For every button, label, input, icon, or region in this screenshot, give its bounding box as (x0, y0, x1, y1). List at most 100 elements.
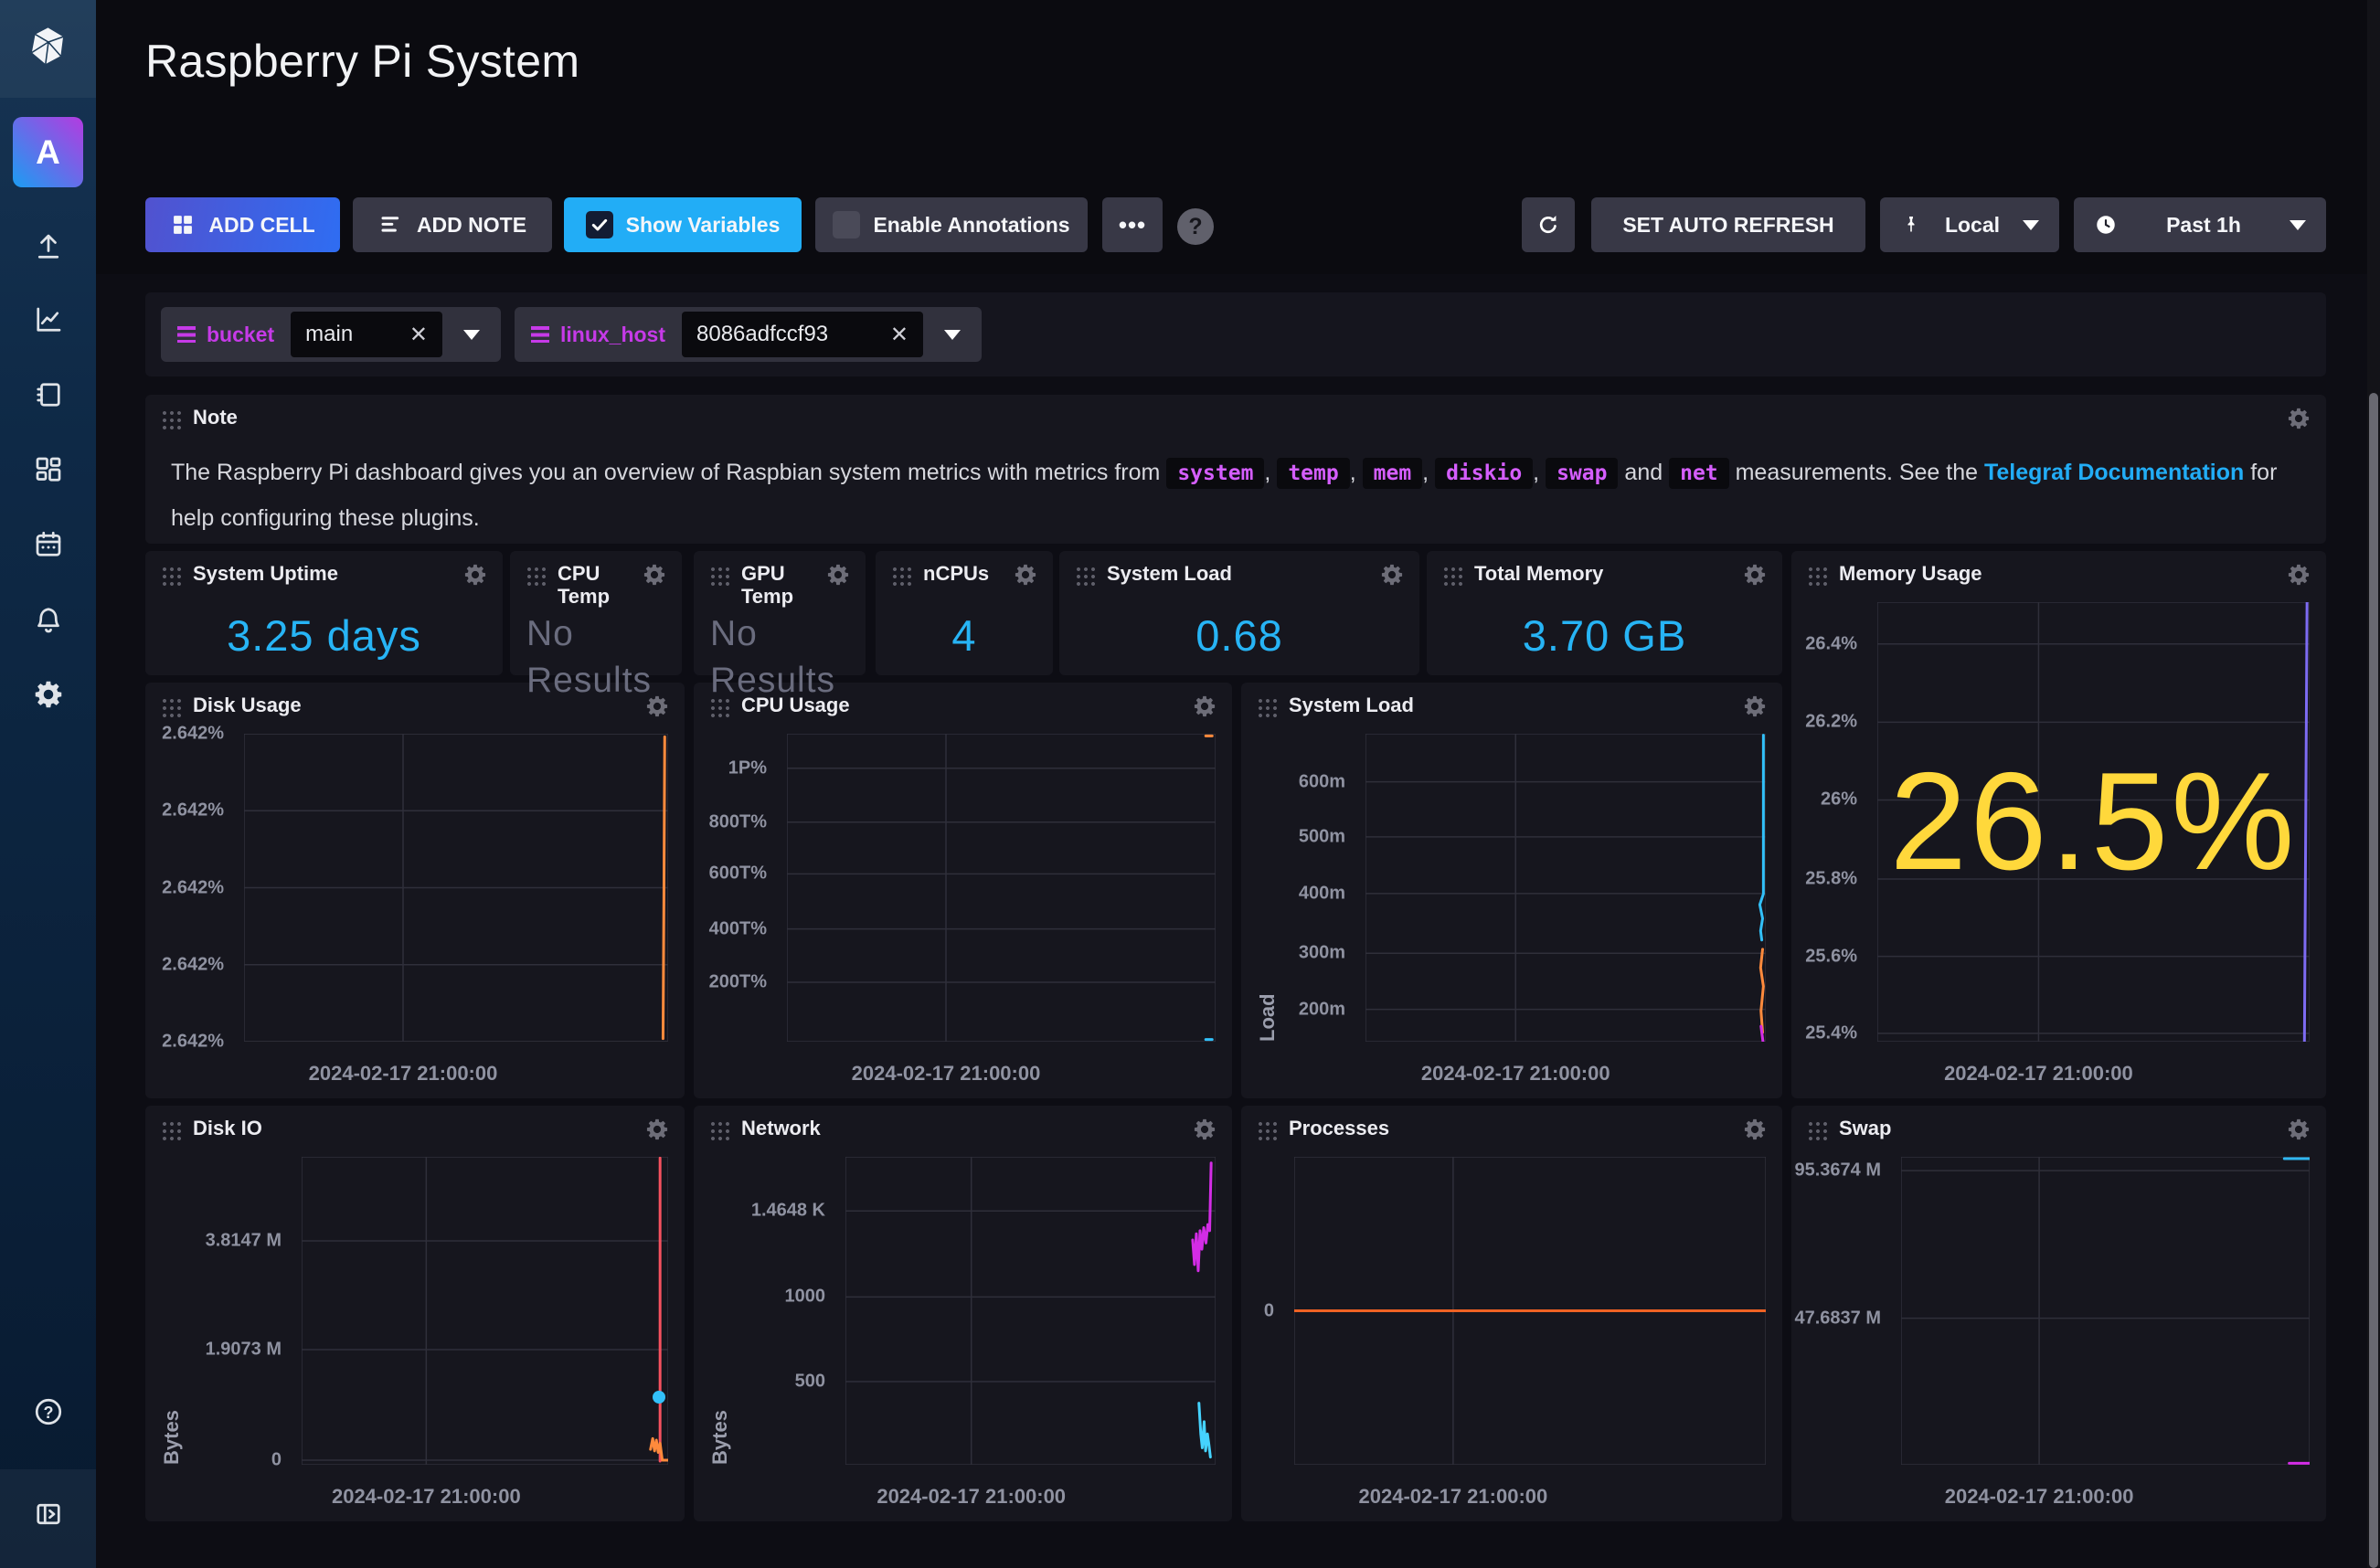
processes-chart[interactable]: 02024-02-17 21:00:00 (1256, 1157, 1766, 1512)
sidebar: A (0, 0, 96, 1568)
variable-bucket-dropdown[interactable]: bucket main ✕ (161, 307, 501, 362)
timezone-dropdown[interactable]: Local (1880, 197, 2059, 252)
more-options-button[interactable]: ••• (1102, 197, 1163, 252)
upload-icon[interactable] (32, 230, 65, 263)
swap-chart[interactable]: 95.3674 M47.6837 M2024-02-17 21:00:00 (1806, 1157, 2310, 1512)
cpu-usage-chart[interactable]: 1P%800T%600T%400T%200T%2024-02-17 21:00:… (708, 734, 1216, 1089)
cell-title: GPU Temp (741, 562, 814, 609)
data-explorer-icon[interactable] (32, 303, 65, 336)
drag-handle-icon[interactable] (1256, 695, 1278, 719)
drag-handle-icon[interactable] (708, 564, 730, 588)
note-sep: , (1350, 460, 1356, 485)
drag-handle-icon[interactable] (1806, 564, 1828, 588)
note-sep: , (1422, 460, 1429, 485)
gear-icon[interactable] (1013, 562, 1038, 588)
system-load-stat-cell: System Load 0.68 (1059, 551, 1419, 675)
gear-icon[interactable] (1742, 1117, 1768, 1142)
add-cell-label: ADD CELL (208, 213, 314, 238)
add-note-icon (378, 212, 404, 238)
drag-handle-icon[interactable] (1256, 1118, 1278, 1142)
drag-handle-icon[interactable] (1806, 1118, 1828, 1142)
drag-handle-icon[interactable] (1074, 564, 1096, 588)
drag-handle-icon[interactable] (525, 564, 547, 588)
variable-host-label: linux_host (560, 323, 665, 347)
code-chip: system (1166, 458, 1264, 489)
show-variables-toggle[interactable]: Show Variables (564, 197, 802, 252)
code-chip: mem (1363, 458, 1423, 489)
cell-title: Memory Usage (1839, 562, 2275, 585)
gear-icon[interactable] (642, 562, 667, 588)
system-load-chart[interactable]: Load600m500m400m300m200m2024-02-17 21:00… (1256, 734, 1766, 1089)
chevron-down-icon (463, 330, 480, 340)
note-sep: , (1264, 460, 1270, 485)
refresh-button[interactable] (1522, 197, 1575, 252)
show-variables-checkbox[interactable] (586, 211, 613, 238)
scrollbar-thumb[interactable] (2369, 393, 2378, 1568)
variable-host-dropdown[interactable]: linux_host 8086adfccf93 ✕ (515, 307, 982, 362)
variable-bucket-caret[interactable] (442, 307, 501, 362)
disk-usage-chart[interactable]: 2.642%2.642%2.642%2.642%2.642%2024-02-17… (160, 734, 668, 1089)
enable-annotations-checkbox[interactable] (833, 211, 860, 238)
dashboards-icon[interactable] (32, 453, 65, 486)
stat-value: 0.68 (1068, 602, 1410, 668)
drag-handle-icon[interactable] (160, 695, 182, 719)
set-auto-refresh-label: SET AUTO REFRESH (1622, 213, 1833, 238)
add-note-button[interactable]: ADD NOTE (353, 197, 552, 252)
gear-icon[interactable] (2286, 1117, 2311, 1142)
no-results-text: No Results (703, 602, 856, 668)
cell-title: nCPUs (923, 562, 1002, 585)
gear-icon[interactable] (1379, 562, 1405, 588)
settings-gear-icon[interactable] (32, 678, 65, 711)
gear-icon[interactable] (644, 1117, 670, 1142)
no-results-text: No Results (519, 602, 673, 668)
network-chart[interactable]: Bytes1.4648 K10005002024-02-17 21:00:00 (708, 1157, 1216, 1512)
alerts-bell-icon[interactable] (32, 603, 65, 636)
set-auto-refresh-button[interactable]: SET AUTO REFRESH (1591, 197, 1865, 252)
drag-handle-icon[interactable] (160, 1118, 182, 1142)
swap-cell: Swap 95.3674 M47.6837 M2024-02-17 21:00:… (1791, 1106, 2326, 1521)
gear-icon[interactable] (1742, 562, 1768, 588)
expand-sidebar-icon[interactable] (32, 1498, 65, 1531)
gear-icon[interactable] (1192, 1117, 1217, 1142)
drag-handle-icon[interactable] (160, 564, 182, 588)
drag-handle-icon[interactable] (160, 408, 182, 431)
clear-icon[interactable]: ✕ (409, 322, 428, 348)
gear-icon[interactable] (2286, 406, 2311, 431)
avatar[interactable]: A (13, 117, 83, 187)
gear-icon[interactable] (825, 562, 851, 588)
clear-icon[interactable]: ✕ (890, 322, 908, 348)
drag-handle-icon[interactable] (1441, 564, 1463, 588)
drag-handle-icon[interactable] (708, 1118, 730, 1142)
variable-host-value-box[interactable]: 8086adfccf93 ✕ (682, 312, 923, 357)
variable-host-caret[interactable] (923, 307, 982, 362)
cpu-usage-cell: CPU Usage 1P%800T%600T%400T%200T%2024-02… (694, 683, 1232, 1098)
variable-icon (531, 326, 549, 343)
gpu-temp-cell: GPU Temp No Results (694, 551, 866, 675)
memory-usage-chart[interactable]: 26.4%26.2%26%25.8%25.6%25.4%26.5%2024-02… (1806, 602, 2310, 1089)
gear-icon[interactable] (1192, 694, 1217, 719)
note-text-part: The Raspberry Pi dashboard gives you an … (171, 460, 1160, 485)
gear-icon[interactable] (462, 562, 488, 588)
refresh-icon (1535, 212, 1561, 238)
time-range-dropdown[interactable]: Past 1h (2074, 197, 2326, 252)
disk-io-chart[interactable]: Bytes3.8147 M1.9073 M02024-02-17 21:00:0… (160, 1157, 668, 1512)
add-cell-button[interactable]: ADD CELL (145, 197, 340, 252)
influxdb-logo-icon[interactable] (24, 25, 72, 73)
enable-annotations-toggle[interactable]: Enable Annotations (815, 197, 1088, 252)
gear-icon[interactable] (2286, 562, 2311, 588)
help-icon[interactable] (32, 1395, 65, 1428)
note-cell: Note The Raspberry Pi dashboard gives yo… (145, 395, 2326, 544)
code-chip: diskio (1435, 458, 1533, 489)
page-title: Raspberry Pi System (145, 35, 579, 88)
drag-handle-icon[interactable] (890, 564, 912, 588)
timezone-label: Local (1945, 213, 2000, 238)
cell-title: Swap (1839, 1117, 2275, 1139)
cpu-temp-cell: CPU Temp No Results (510, 551, 682, 675)
help-circle-button[interactable]: ? (1177, 208, 1214, 245)
tasks-calendar-icon[interactable] (32, 528, 65, 561)
notebooks-icon[interactable] (32, 378, 65, 411)
note-sep: , (1533, 460, 1539, 485)
telegraf-documentation-link[interactable]: Telegraf Documentation (1984, 460, 2244, 485)
variable-bucket-value-box[interactable]: main ✕ (291, 312, 442, 357)
gear-icon[interactable] (1742, 694, 1768, 719)
